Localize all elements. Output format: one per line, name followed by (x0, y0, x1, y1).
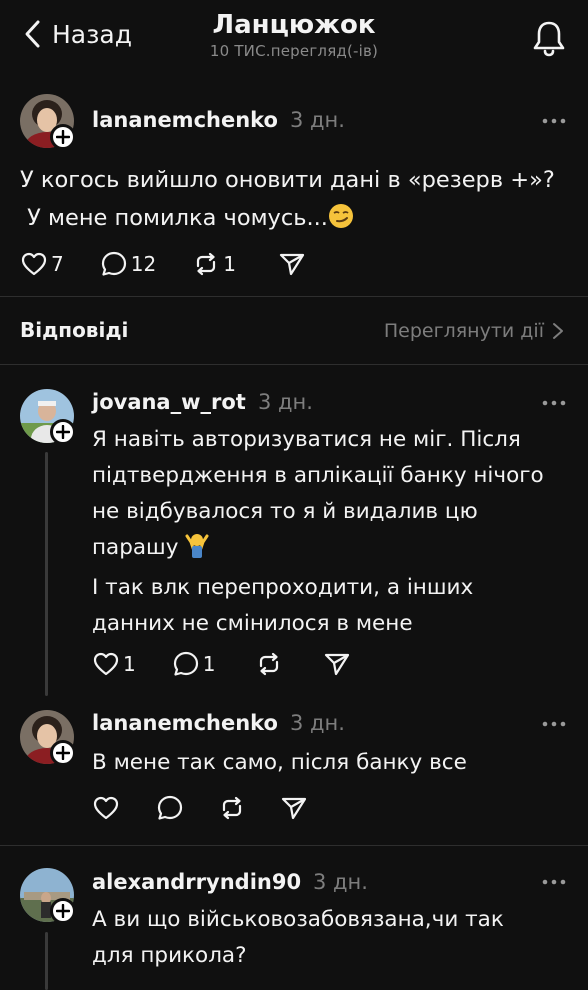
repost-button[interactable] (255, 650, 283, 678)
reply-text-line: В мене так само, після банку все (92, 750, 467, 775)
like-count: 1 (123, 652, 136, 676)
plus-icon (56, 425, 70, 439)
comment-count: 1 (202, 652, 216, 676)
post-text-line: У когось вийшло оновити дані в «резерв +… (20, 167, 555, 193)
page-title: Ланцюжок (212, 10, 376, 40)
comment-count: 12 (130, 252, 157, 276)
reply-text-line: не відбувалося то я й видалив цю (92, 499, 478, 524)
reply-text-line: підтвердження в аплікації банку нічого (92, 463, 544, 488)
repost-count: 1 (223, 252, 236, 276)
reply-text-line: А ви що військовозабовязана,чи так (92, 907, 504, 932)
replies-heading: Відповіді (20, 318, 129, 342)
post-actions: 7 12 1 (20, 250, 306, 278)
reply-text-line: Я навіть авторизуватися не міг. Після (92, 427, 521, 452)
ellipsis-icon (542, 879, 566, 885)
ellipsis-icon (542, 118, 566, 124)
repost-icon (222, 796, 242, 820)
follow-plus-button[interactable] (50, 740, 76, 766)
chevron-right-icon (553, 323, 563, 339)
repost-icon (260, 652, 279, 676)
heart-icon (93, 652, 119, 676)
reply-text: А ви що військовозабовязана,чи так для п… (92, 902, 582, 974)
comment-button[interactable]: 1 (172, 650, 216, 678)
comment-button[interactable]: 12 (100, 250, 156, 278)
reply-text-line: І так влк перепроходити, а інших (92, 575, 474, 600)
more-options-button[interactable] (541, 399, 567, 407)
views-count: 10 ТИС.перегляд(-ів) (209, 42, 379, 60)
reply-username[interactable]: lananemchenko (92, 711, 278, 735)
reply-text: Я навіть авторизуватися не міг. Після пі… (92, 422, 582, 642)
thread-line (45, 932, 48, 990)
send-icon (281, 797, 307, 820)
plus-icon (56, 130, 70, 144)
comment-icon (101, 251, 126, 276)
reply-actions: 1 1 (92, 650, 351, 678)
plus-icon (56, 904, 70, 918)
divider (0, 364, 588, 365)
comment-icon (157, 795, 183, 820)
follow-plus-button[interactable] (50, 124, 76, 150)
thread-line (45, 452, 48, 696)
repost-button[interactable] (218, 794, 246, 822)
post-time: 3 дн. (290, 108, 345, 132)
smirk-emoji (328, 203, 354, 241)
bell-icon[interactable] (532, 18, 566, 58)
more-options-button[interactable] (541, 878, 567, 886)
reply-actions (92, 794, 308, 822)
reply-time: 3 дн. (258, 390, 313, 414)
shrug-emoji (185, 532, 209, 570)
follow-plus-button[interactable] (50, 419, 76, 445)
title-block: Ланцюжок 10 ТИС.перегляд(-ів) (0, 10, 588, 60)
comment-button[interactable] (156, 794, 184, 822)
view-activity-link[interactable]: Переглянути дії (384, 320, 564, 342)
heart-icon (21, 252, 47, 276)
plus-icon (56, 746, 70, 760)
repost-icon (197, 252, 216, 276)
ellipsis-icon (542, 721, 566, 727)
like-count: 7 (51, 252, 64, 276)
like-button[interactable]: 7 (20, 250, 64, 278)
share-button[interactable] (278, 250, 306, 278)
reply-text: В мене так само, після банку все (92, 745, 582, 781)
share-button[interactable] (280, 794, 308, 822)
post-text-line: У мене помилка чомусь... (20, 199, 580, 241)
post-text-span: У мене помилка чомусь... (27, 205, 328, 231)
more-options-button[interactable] (541, 117, 567, 125)
top-bar: Назад Ланцюжок 10 ТИС.перегляд(-ів) (0, 0, 588, 80)
divider (0, 296, 588, 297)
more-options-button[interactable] (541, 720, 567, 728)
reply-time: 3 дн. (290, 711, 345, 735)
reply-text-line: парашу (92, 530, 582, 570)
follow-plus-button[interactable] (50, 898, 76, 924)
like-button[interactable]: 1 (92, 650, 136, 678)
post-text: У когось вийшло оновити дані в «резерв +… (20, 161, 580, 241)
view-activity-label: Переглянути дії (383, 320, 544, 342)
repost-button[interactable]: 1 (192, 250, 236, 278)
reply-username[interactable]: jovana_w_rot (92, 390, 246, 414)
reply-text-line: данних не смінилося в мене (92, 611, 413, 636)
reply-text-line: для прикола? (92, 943, 247, 968)
like-button[interactable] (92, 794, 120, 822)
share-button[interactable] (323, 650, 351, 678)
ellipsis-icon (542, 400, 566, 406)
reply-username[interactable]: alexandrryndin90 (92, 870, 301, 894)
reply-time: 3 дн. (313, 870, 368, 894)
heart-icon (93, 796, 119, 820)
divider (0, 845, 588, 846)
reply-text-span: парашу (92, 535, 179, 560)
send-icon (279, 253, 305, 276)
comment-icon (173, 651, 198, 676)
post-username[interactable]: lananemchenko (92, 108, 278, 132)
send-icon (325, 653, 350, 676)
